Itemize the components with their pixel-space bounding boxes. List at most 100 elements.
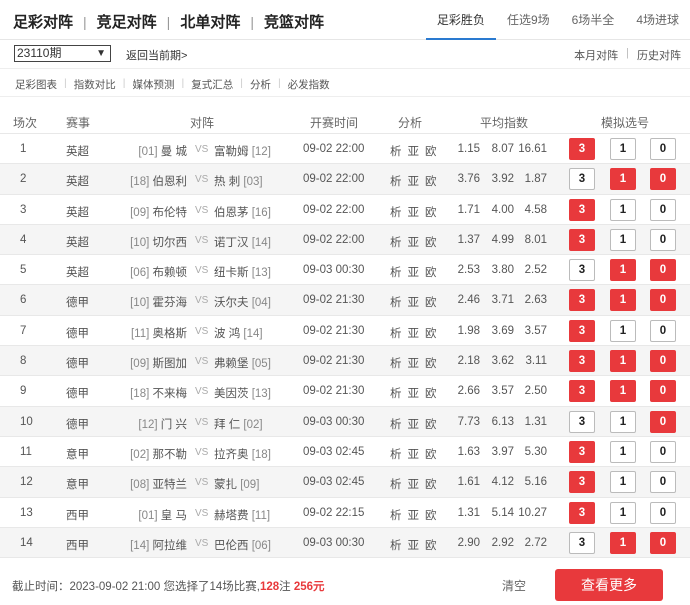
pick-0-button[interactable]: 0 (650, 168, 676, 191)
analysis-ou-link[interactable]: 欧 (425, 476, 437, 492)
analysis-xi-link[interactable]: 析 (390, 325, 402, 341)
analysis-xi-link[interactable]: 析 (390, 446, 402, 462)
home-team[interactable]: [18] 不来梅 (130, 385, 187, 401)
away-team[interactable]: 弗赖堡 [05] (214, 355, 271, 371)
away-team[interactable]: 富勒姆 [12] (214, 143, 271, 159)
analysis-xi-link[interactable]: 析 (390, 476, 402, 492)
home-team[interactable]: [14] 阿拉维 (130, 537, 187, 553)
analysis-ou-link[interactable]: 欧 (425, 204, 437, 220)
league-name[interactable]: 英超 (66, 234, 89, 250)
pick-1-button[interactable]: 1 (610, 440, 636, 463)
analysis-ou-link[interactable]: 欧 (425, 355, 437, 371)
pick-3-button[interactable]: 3 (569, 531, 595, 554)
pick-0-button[interactable]: 0 (650, 410, 676, 433)
home-team[interactable]: [08] 亚特兰 (130, 476, 187, 492)
pick-3-button[interactable]: 3 (569, 259, 595, 282)
analysis-ya-link[interactable]: 亚 (408, 234, 420, 250)
pick-0-button[interactable]: 0 (650, 198, 676, 221)
home-team[interactable]: [06] 布赖顿 (130, 264, 187, 280)
analysis-ya-link[interactable]: 亚 (408, 143, 420, 159)
pick-1-button[interactable]: 1 (610, 319, 636, 342)
analysis-ya-link[interactable]: 亚 (408, 476, 420, 492)
pick-3-button[interactable]: 3 (569, 138, 595, 160)
pick-3-button[interactable]: 3 (569, 198, 595, 221)
history-matches-link[interactable]: 历史对阵 (637, 47, 681, 63)
pick-0-button[interactable]: 0 (650, 501, 676, 524)
pick-3-button[interactable]: 3 (569, 440, 595, 463)
away-team[interactable]: 诺丁汉 [14] (214, 234, 271, 250)
pick-1-button[interactable]: 1 (610, 259, 636, 282)
analysis-ya-link[interactable]: 亚 (408, 294, 420, 310)
pick-1-button[interactable]: 1 (610, 228, 636, 251)
pick-0-button[interactable]: 0 (650, 440, 676, 463)
away-team[interactable]: 拉齐奥 [18] (214, 446, 271, 462)
home-team[interactable]: [11] 奥格斯 (131, 325, 187, 341)
analysis-ou-link[interactable]: 欧 (425, 325, 437, 341)
pick-0-button[interactable]: 0 (650, 350, 676, 373)
subtab-shengfu[interactable]: 足彩胜负 (425, 0, 496, 40)
analysis-ya-link[interactable]: 亚 (408, 173, 420, 189)
home-team[interactable]: [09] 布伦特 (130, 204, 187, 220)
league-name[interactable]: 英超 (66, 143, 89, 159)
subtab-renxuan9[interactable]: 任选9场 (496, 0, 561, 40)
back-to-current-link[interactable]: 返回当前期> (126, 47, 187, 63)
analysis-ya-link[interactable]: 亚 (408, 537, 420, 553)
league-name[interactable]: 英超 (66, 204, 89, 220)
analysis-ou-link[interactable]: 欧 (425, 446, 437, 462)
pick-0-button[interactable]: 0 (650, 471, 676, 494)
analysis-xi-link[interactable]: 析 (390, 355, 402, 371)
pick-1-button[interactable]: 1 (610, 350, 636, 373)
league-name[interactable]: 英超 (66, 173, 89, 189)
pick-3-button[interactable]: 3 (569, 471, 595, 494)
month-matches-link[interactable]: 本月对阵 (574, 47, 618, 63)
pick-1-button[interactable]: 1 (610, 198, 636, 221)
tab-zucai[interactable]: 足彩对阵 (13, 11, 73, 32)
away-team[interactable]: 赫塔费 [11] (214, 507, 270, 523)
away-team[interactable]: 伯恩茅 [16] (214, 204, 271, 220)
away-team[interactable]: 沃尔夫 [04] (214, 294, 271, 310)
home-team[interactable]: [09] 斯图加 (130, 355, 187, 371)
pick-1-button[interactable]: 1 (610, 138, 636, 160)
away-team[interactable]: 拜 仁 [02] (214, 416, 263, 432)
analysis-ya-link[interactable]: 亚 (408, 416, 420, 432)
home-team[interactable]: [12] 门 兴 (138, 416, 187, 432)
home-team[interactable]: [01] 曼 城 (138, 143, 187, 159)
analysis-xi-link[interactable]: 析 (390, 294, 402, 310)
tool-chart-link[interactable]: 足彩图表 (15, 77, 57, 92)
pick-0-button[interactable]: 0 (650, 531, 676, 554)
clear-button[interactable]: 清空 (502, 577, 526, 594)
analysis-xi-link[interactable]: 析 (390, 537, 402, 553)
pick-1-button[interactable]: 1 (610, 501, 636, 524)
analysis-xi-link[interactable]: 析 (390, 173, 402, 189)
home-team[interactable]: [18] 伯恩利 (130, 173, 187, 189)
pick-0-button[interactable]: 0 (650, 228, 676, 251)
pick-1-button[interactable]: 1 (610, 410, 636, 433)
view-more-button[interactable]: 查看更多 (555, 569, 663, 601)
league-name[interactable]: 德甲 (66, 355, 89, 371)
analysis-xi-link[interactable]: 析 (390, 416, 402, 432)
league-name[interactable]: 西甲 (66, 537, 89, 553)
tab-beidan[interactable]: 北单对阵 (180, 11, 240, 32)
home-team[interactable]: [01] 皇 马 (138, 507, 187, 523)
league-name[interactable]: 意甲 (66, 476, 89, 492)
away-team[interactable]: 蒙扎 [09] (214, 476, 259, 492)
analysis-ya-link[interactable]: 亚 (408, 446, 420, 462)
analysis-xi-link[interactable]: 析 (390, 204, 402, 220)
tool-analysis-link[interactable]: 分析 (250, 77, 271, 92)
pick-1-button[interactable]: 1 (610, 168, 636, 191)
league-name[interactable]: 英超 (66, 264, 89, 280)
league-name[interactable]: 德甲 (66, 416, 89, 432)
analysis-ya-link[interactable]: 亚 (408, 264, 420, 280)
home-team[interactable]: [02] 那不勒 (130, 446, 187, 462)
pick-0-button[interactable]: 0 (650, 380, 676, 403)
analysis-xi-link[interactable]: 析 (390, 234, 402, 250)
pick-0-button[interactable]: 0 (650, 259, 676, 282)
pick-1-button[interactable]: 1 (610, 531, 636, 554)
pick-3-button[interactable]: 3 (569, 410, 595, 433)
pick-3-button[interactable]: 3 (569, 350, 595, 373)
analysis-ya-link[interactable]: 亚 (408, 385, 420, 401)
tab-jinglan[interactable]: 竞篮对阵 (264, 11, 324, 32)
analysis-ou-link[interactable]: 欧 (425, 143, 437, 159)
analysis-xi-link[interactable]: 析 (390, 385, 402, 401)
analysis-ou-link[interactable]: 欧 (425, 385, 437, 401)
